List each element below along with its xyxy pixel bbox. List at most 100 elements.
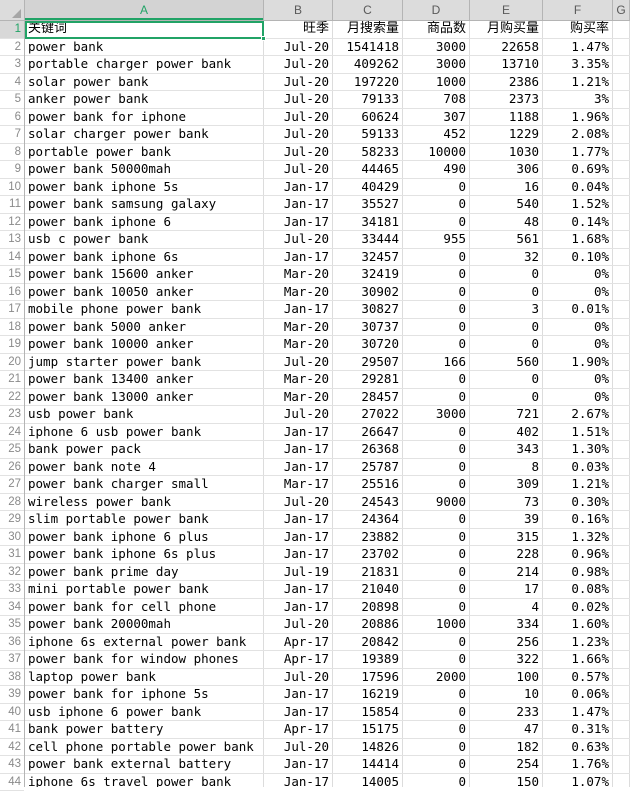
cell-D32[interactable]: 0 [403, 564, 470, 581]
cell-C26[interactable]: 25787 [333, 459, 403, 476]
cell-E1[interactable]: 月购买量 [470, 21, 543, 38]
cell-E15[interactable]: 0 [470, 266, 543, 283]
cell-C30[interactable]: 23882 [333, 529, 403, 546]
cell-A31[interactable]: power bank iphone 6s plus [25, 546, 264, 563]
cell-B37[interactable]: Apr-17 [264, 651, 333, 668]
cell-C18[interactable]: 30737 [333, 319, 403, 336]
table-row[interactable]: power bank iphone 6sJan-17324570320.10% [25, 249, 630, 267]
cell-G41[interactable] [613, 721, 630, 738]
cell-D6[interactable]: 307 [403, 109, 470, 126]
table-row[interactable]: cell phone portable power bankJul-201482… [25, 739, 630, 757]
cell-D25[interactable]: 0 [403, 441, 470, 458]
cell-E7[interactable]: 1229 [470, 126, 543, 143]
cell-D33[interactable]: 0 [403, 581, 470, 598]
cell-E33[interactable]: 17 [470, 581, 543, 598]
cell-A29[interactable]: slim portable power bank [25, 511, 264, 528]
cell-F13[interactable]: 1.68% [543, 231, 613, 248]
cell-E18[interactable]: 0 [470, 319, 543, 336]
cell-D43[interactable]: 0 [403, 756, 470, 773]
cell-A26[interactable]: power bank note 4 [25, 459, 264, 476]
cell-G19[interactable] [613, 336, 630, 353]
cell-D40[interactable]: 0 [403, 704, 470, 721]
cell-G3[interactable] [613, 56, 630, 73]
table-row[interactable]: portable power bankJul-20582331000010301… [25, 144, 630, 162]
row-header-8[interactable]: 8 [0, 144, 24, 162]
cell-C6[interactable]: 60624 [333, 109, 403, 126]
cell-B26[interactable]: Jan-17 [264, 459, 333, 476]
cell-D18[interactable]: 0 [403, 319, 470, 336]
cell-D37[interactable]: 0 [403, 651, 470, 668]
cell-C29[interactable]: 24364 [333, 511, 403, 528]
cell-A32[interactable]: power bank prime day [25, 564, 264, 581]
row-header-16[interactable]: 16 [0, 284, 24, 302]
row-header-26[interactable]: 26 [0, 459, 24, 477]
cell-G22[interactable] [613, 389, 630, 406]
cell-E24[interactable]: 402 [470, 424, 543, 441]
cell-F26[interactable]: 0.03% [543, 459, 613, 476]
cell-F10[interactable]: 0.04% [543, 179, 613, 196]
cell-B8[interactable]: Jul-20 [264, 144, 333, 161]
cell-A27[interactable]: power bank charger small [25, 476, 264, 493]
cell-F25[interactable]: 1.30% [543, 441, 613, 458]
cell-B36[interactable]: Apr-17 [264, 634, 333, 651]
column-header-a[interactable]: A [25, 0, 264, 20]
row-header-30[interactable]: 30 [0, 529, 24, 547]
cell-G17[interactable] [613, 301, 630, 318]
cell-B42[interactable]: Jul-20 [264, 739, 333, 756]
cell-F15[interactable]: 0% [543, 266, 613, 283]
cell-grid[interactable]: 关键词旺季月搜索量商品数月购买量购买率power bankJul-2015414… [25, 21, 630, 787]
cell-E27[interactable]: 309 [470, 476, 543, 493]
row-header-40[interactable]: 40 [0, 704, 24, 722]
cell-D41[interactable]: 0 [403, 721, 470, 738]
cell-A16[interactable]: power bank 10050 anker [25, 284, 264, 301]
cell-B27[interactable]: Mar-17 [264, 476, 333, 493]
cell-E16[interactable]: 0 [470, 284, 543, 301]
cell-B23[interactable]: Jul-20 [264, 406, 333, 423]
cell-B38[interactable]: Jul-20 [264, 669, 333, 686]
cell-C33[interactable]: 21040 [333, 581, 403, 598]
cell-G26[interactable] [613, 459, 630, 476]
table-row[interactable]: power bank 50000mahJul-20444654903060.69… [25, 161, 630, 179]
cell-D20[interactable]: 166 [403, 354, 470, 371]
cell-F16[interactable]: 0% [543, 284, 613, 301]
cell-B25[interactable]: Jan-17 [264, 441, 333, 458]
table-row[interactable]: wireless power bankJul-20245439000730.30… [25, 494, 630, 512]
row-header-27[interactable]: 27 [0, 476, 24, 494]
cell-G4[interactable] [613, 74, 630, 91]
cell-E42[interactable]: 182 [470, 739, 543, 756]
cell-B39[interactable]: Jan-17 [264, 686, 333, 703]
cell-E35[interactable]: 334 [470, 616, 543, 633]
cell-C10[interactable]: 40429 [333, 179, 403, 196]
cell-D31[interactable]: 0 [403, 546, 470, 563]
cell-A8[interactable]: portable power bank [25, 144, 264, 161]
cell-C8[interactable]: 58233 [333, 144, 403, 161]
cell-A5[interactable]: anker power bank [25, 91, 264, 108]
cell-B22[interactable]: Mar-20 [264, 389, 333, 406]
cell-A3[interactable]: portable charger power bank [25, 56, 264, 73]
cell-E44[interactable]: 150 [470, 774, 543, 788]
cell-D34[interactable]: 0 [403, 599, 470, 616]
row-header-31[interactable]: 31 [0, 546, 24, 564]
cell-A6[interactable]: power bank for iphone [25, 109, 264, 126]
cell-A44[interactable]: iphone 6s travel power bank [25, 774, 264, 788]
row-header-19[interactable]: 19 [0, 336, 24, 354]
table-row[interactable]: power bank for window phonesApr-17193890… [25, 651, 630, 669]
cell-D19[interactable]: 0 [403, 336, 470, 353]
row-header-9[interactable]: 9 [0, 161, 24, 179]
cell-C19[interactable]: 30720 [333, 336, 403, 353]
cell-C5[interactable]: 79133 [333, 91, 403, 108]
cell-F34[interactable]: 0.02% [543, 599, 613, 616]
cell-F40[interactable]: 1.47% [543, 704, 613, 721]
cell-D28[interactable]: 9000 [403, 494, 470, 511]
cell-B5[interactable]: Jul-20 [264, 91, 333, 108]
cell-F27[interactable]: 1.21% [543, 476, 613, 493]
table-row[interactable]: solar charger power bankJul-205913345212… [25, 126, 630, 144]
cell-F18[interactable]: 0% [543, 319, 613, 336]
row-header-1[interactable]: 1 [0, 21, 24, 39]
cell-B2[interactable]: Jul-20 [264, 39, 333, 56]
cell-G16[interactable] [613, 284, 630, 301]
cell-E25[interactable]: 343 [470, 441, 543, 458]
cell-A28[interactable]: wireless power bank [25, 494, 264, 511]
row-header-18[interactable]: 18 [0, 319, 24, 337]
row-header-2[interactable]: 2 [0, 39, 24, 57]
